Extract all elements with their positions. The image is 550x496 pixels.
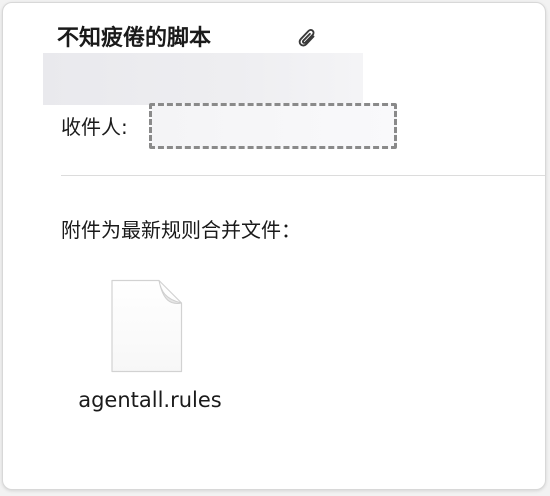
recipient-field-redacted[interactable] (149, 103, 397, 149)
recipient-label: 收件人: (61, 115, 128, 139)
header-divider (61, 175, 545, 176)
attachment-filename: agentall.rules (78, 388, 222, 412)
attachment-item[interactable]: agentall.rules (65, 279, 235, 429)
document-icon (111, 279, 183, 373)
message-body-text: 附件为最新规则合并文件： (61, 218, 301, 242)
message-subject: 不知疲倦的脚本 (57, 26, 212, 51)
subject-row: 不知疲倦的脚本 (57, 23, 357, 55)
recipient-row: 收件人: (61, 103, 461, 153)
mail-message-window: 不知疲倦的脚本 收件人: 附件为最新规则合并文件： agentall.rules (2, 2, 546, 490)
sender-redacted-area (43, 53, 363, 105)
paperclip-icon (298, 29, 315, 47)
